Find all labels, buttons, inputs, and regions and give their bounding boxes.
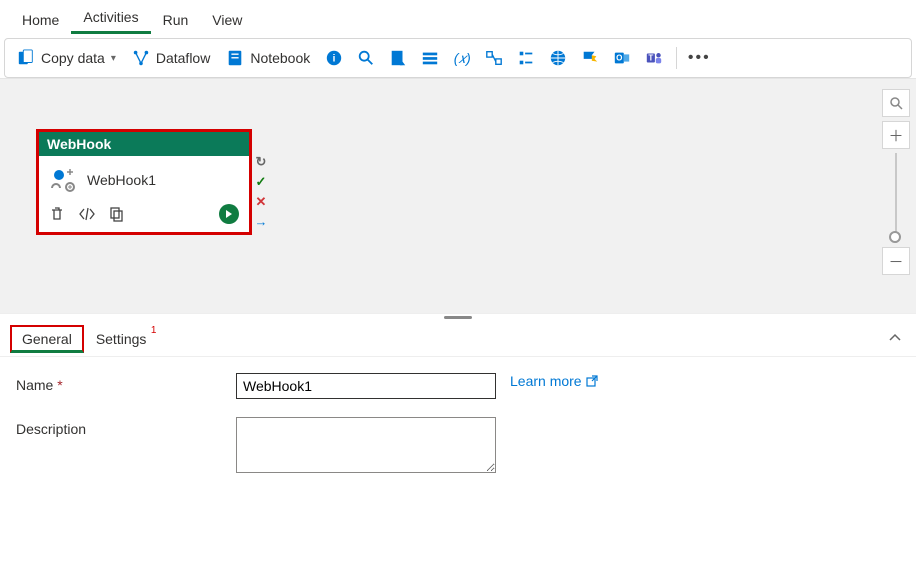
webhook-activity-node[interactable]: WebHook WebHook1: [36, 129, 252, 235]
tab-activities[interactable]: Activities: [71, 1, 150, 34]
activity-name-label: WebHook1: [87, 172, 156, 188]
zoom-slider-handle[interactable]: [889, 231, 901, 243]
tab-settings[interactable]: Settings 1: [84, 325, 159, 353]
failure-handle-icon[interactable]: ✕: [256, 194, 267, 210]
tab-run[interactable]: Run: [151, 4, 201, 34]
external-link-icon: [586, 375, 598, 387]
svg-text:T: T: [649, 54, 654, 63]
run-icon[interactable]: [219, 204, 239, 224]
general-form: Name * Learn more Description: [0, 357, 916, 507]
success-handle-icon[interactable]: ✓: [256, 174, 267, 190]
more-button[interactable]: •••: [685, 45, 713, 71]
zoom-out-button[interactable]: －: [882, 247, 910, 275]
dataflow-icon: [132, 49, 150, 67]
variable-icon: (𝑥): [453, 49, 471, 67]
properties-panel-tabs: General Settings 1: [0, 321, 916, 357]
learn-more-link[interactable]: Learn more: [510, 373, 598, 389]
name-label: Name *: [16, 373, 236, 393]
tab-home[interactable]: Home: [10, 4, 71, 34]
toolbar-separator: [676, 47, 677, 69]
zoom-in-button[interactable]: ＋: [882, 121, 910, 149]
info-icon: i: [325, 49, 343, 67]
notebook-label: Notebook: [250, 50, 310, 66]
teams-button[interactable]: T: [640, 45, 668, 71]
script-icon: [389, 49, 407, 67]
collapse-panel-icon[interactable]: [888, 331, 902, 348]
name-input[interactable]: [236, 373, 496, 399]
copy-data-icon: [17, 49, 35, 67]
svg-text:O: O: [616, 54, 622, 63]
ellipsis-icon: •••: [688, 49, 711, 67]
tab-view[interactable]: View: [200, 4, 254, 34]
list-button[interactable]: [416, 45, 444, 71]
pipeline-canvas[interactable]: WebHook WebHook1: [0, 78, 916, 313]
search-button[interactable]: [352, 45, 380, 71]
copy-data-label: Copy data: [41, 50, 105, 66]
search-icon: [357, 49, 375, 67]
code-icon[interactable]: [79, 206, 95, 222]
filter-icon: [517, 49, 535, 67]
tab-settings-label: Settings: [96, 331, 147, 347]
webhook-icon: [49, 166, 77, 194]
skip-handle-icon[interactable]: →: [255, 214, 268, 229]
retry-handle-icon[interactable]: ↻: [256, 154, 267, 170]
flag-icon: [581, 49, 599, 67]
activity-type-label: WebHook: [39, 132, 249, 156]
notebook-icon: [226, 49, 244, 67]
top-tab-bar: Home Activities Run View: [0, 0, 916, 34]
description-label: Description: [16, 417, 236, 437]
chevron-down-icon: ▾: [111, 53, 116, 64]
flag-button[interactable]: [576, 45, 604, 71]
outlook-icon: O: [613, 49, 631, 67]
variable-button[interactable]: (𝑥): [448, 45, 476, 71]
description-input[interactable]: [236, 417, 496, 473]
lookup-button[interactable]: [480, 45, 508, 71]
tab-general[interactable]: General: [10, 325, 84, 353]
globe-icon: [549, 49, 567, 67]
svg-text:i: i: [333, 54, 336, 65]
notebook-button[interactable]: Notebook: [220, 45, 316, 71]
copy-data-button[interactable]: Copy data ▾: [11, 45, 122, 71]
toolbar: Copy data ▾ Dataflow Notebook i (𝑥): [4, 38, 912, 78]
filter-button[interactable]: [512, 45, 540, 71]
outlook-button[interactable]: O: [608, 45, 636, 71]
zoom-fit-button[interactable]: [882, 89, 910, 117]
web-button[interactable]: [544, 45, 572, 71]
lookup-icon: [485, 49, 503, 67]
copy-icon[interactable]: [109, 206, 125, 222]
script-button[interactable]: [384, 45, 412, 71]
dataflow-button[interactable]: Dataflow: [126, 45, 216, 71]
activity-output-handles: ↻ ✓ ✕ →: [253, 154, 269, 229]
teams-icon: T: [645, 49, 663, 67]
delete-icon[interactable]: [49, 206, 65, 222]
tab-settings-badge: 1: [151, 325, 157, 336]
panel-resize-grip[interactable]: [0, 313, 916, 321]
dataflow-label: Dataflow: [156, 50, 210, 66]
info-button[interactable]: i: [320, 45, 348, 71]
zoom-slider[interactable]: [895, 153, 897, 243]
list-icon: [421, 49, 439, 67]
zoom-controls: ＋ －: [882, 89, 910, 279]
